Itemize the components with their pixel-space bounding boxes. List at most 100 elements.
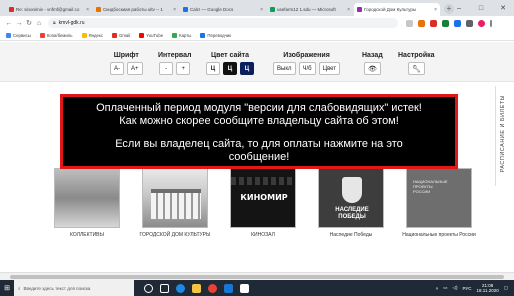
home-icon[interactable]: ⌂ xyxy=(34,20,44,27)
store-icon[interactable] xyxy=(240,283,249,293)
spacing-group: Интервал - + xyxy=(158,52,191,75)
card-image-text: КИНОМИР xyxy=(240,193,288,202)
browser-tab[interactable]: Calc! — Google Docs × xyxy=(180,3,266,16)
schedule-tickets-link[interactable]: РАСПИСАНИЕ И БИЛЕТЫ xyxy=(500,95,506,172)
language-indicator[interactable]: РУС xyxy=(463,286,472,291)
address-bar[interactable]: 🔒︎ kmvl-gdk.ru xyxy=(48,18,398,28)
spacing-label: Интервал xyxy=(158,52,192,59)
color-scheme-blue-button[interactable]: Ц xyxy=(240,62,254,75)
browser-tab[interactable]: Re: sinonimiv - vnfmf@gmail.co × xyxy=(6,3,92,16)
spacing-increase-button[interactable]: + xyxy=(176,62,191,75)
close-window-icon[interactable]: ✕ xyxy=(492,0,514,16)
card-culture-house[interactable]: ГОРОДСКОЙ ДОМ КУЛЬТУРЫ xyxy=(136,168,214,238)
tab-close-icon[interactable]: × xyxy=(86,7,89,13)
color-scheme-white-button[interactable]: Ц xyxy=(206,62,220,75)
scrollbar-thumb[interactable] xyxy=(10,275,504,279)
bookmarks-bar: Сервисы Копа/бемиль Яндекс Gmail YouTube… xyxy=(0,30,514,41)
spacing-decrease-button[interactable]: - xyxy=(159,62,174,75)
card-image: НАСЛЕДИЕ ПОБЕДЫ xyxy=(318,168,384,228)
edge-icon[interactable] xyxy=(176,283,185,293)
browser-tab-strip: Re: sinonimiv - vnfmf@gmail.co × Скидбос… xyxy=(0,0,514,16)
bookmark-item[interactable]: Яндекс xyxy=(81,32,103,38)
browser-tab[interactable]: Скидбоскиая работы ultv -- 1 × xyxy=(93,3,179,16)
images-bw-button[interactable]: Ч/б xyxy=(298,62,316,75)
eye-icon: 👁︎ xyxy=(367,65,377,73)
bookmark-item[interactable]: YouTube xyxy=(139,32,163,38)
back-arrow-icon[interactable]: ← xyxy=(4,20,14,27)
tab-favicon-icon xyxy=(183,7,188,12)
search-icon: ⌕ xyxy=(18,285,21,291)
images-color-button[interactable]: Цвет xyxy=(318,62,341,75)
font-decrease-button[interactable]: A- xyxy=(110,62,124,75)
tab-title: Городской Дом Культуры xyxy=(364,7,417,12)
tab-close-icon[interactable]: × xyxy=(347,7,350,13)
card-caption: Наследие Победы xyxy=(329,232,373,238)
settings-button[interactable]: 🔧︎ xyxy=(407,62,425,75)
extension-icon[interactable] xyxy=(442,19,449,27)
expired-module-warning[interactable]: Оплаченный период модуля "версии для сла… xyxy=(60,94,458,169)
wrench-icon: 🔧︎ xyxy=(411,65,421,73)
browser-tab-active[interactable]: Городской Дом Культуры × xyxy=(354,3,440,16)
star-icon[interactable] xyxy=(406,19,413,27)
settings-group: Настройка 🔧︎ xyxy=(398,52,435,75)
task-view-icon[interactable] xyxy=(160,283,169,293)
tab-close-icon[interactable]: × xyxy=(173,7,176,13)
sidebar-divider xyxy=(495,86,496,186)
card-collectives[interactable]: КОЛЛЕКТИВЫ xyxy=(48,168,126,238)
bookmark-item[interactable]: Копа/бемиль xyxy=(39,32,73,38)
card-victory-heritage[interactable]: НАСЛЕДИЕ ПОБЕДЫ Наследие Победы xyxy=(312,168,390,238)
windows-start-icon[interactable]: ⊞ xyxy=(0,280,14,296)
card-cinema[interactable]: КИНОМИР КИНОЗАЛ xyxy=(224,168,302,238)
warning-line: Как можно скорее сообщите владельцу сайт… xyxy=(119,115,399,127)
font-size-group: Шрифт A- A+ xyxy=(110,52,143,75)
warning-line: Оплаченный период модуля "версии для сла… xyxy=(96,102,422,114)
card-image-text: НАЦИОНАЛЬНЫЕ ПРОЕКТЫ РОССИИ xyxy=(413,179,448,194)
bookmark-item[interactable]: Карты xyxy=(172,32,191,38)
volume-icon[interactable]: ◁) xyxy=(453,285,458,291)
extension-icon[interactable] xyxy=(466,19,473,27)
maximize-icon[interactable]: □ xyxy=(470,0,492,16)
extension-icon[interactable] xyxy=(418,19,425,27)
images-label: Изображения xyxy=(283,52,330,59)
menu-kebab-icon[interactable] xyxy=(490,19,492,27)
minimize-icon[interactable]: – xyxy=(448,0,470,16)
color-scheme-black-button[interactable]: Ц xyxy=(223,62,237,75)
warning-line: Если вы владелец сайта, то для оплаты на… xyxy=(115,138,403,150)
network-icon[interactable]: ▭ xyxy=(443,285,447,291)
tab-title: Re: sinonimiv - vnfmf@gmail.co xyxy=(16,7,80,12)
taskbar-search[interactable]: ⌕ Введите здесь текст для поиска xyxy=(14,280,134,296)
bookmark-item[interactable]: Gmail xyxy=(111,32,130,38)
taskbar-apps xyxy=(144,283,249,293)
back-to-normal-button[interactable]: 👁︎ xyxy=(363,62,381,75)
mail-icon[interactable] xyxy=(224,283,233,293)
cortana-icon[interactable] xyxy=(144,283,153,293)
accessibility-toolbar: Шрифт A- A+ Интервал - + Цвет сайта Ц Ц … xyxy=(0,42,514,82)
notifications-icon[interactable]: ▢ xyxy=(504,285,508,291)
tab-title: usefarm12 1.sdu — Microsoft xyxy=(277,7,336,12)
card-image xyxy=(142,168,208,228)
tab-favicon-icon xyxy=(270,7,275,12)
tab-close-icon[interactable]: × xyxy=(434,7,437,13)
translate-icon xyxy=(200,32,206,38)
chrome-icon[interactable] xyxy=(208,283,217,293)
font-increase-button[interactable]: A+ xyxy=(127,62,143,75)
extension-icon[interactable] xyxy=(430,19,437,27)
youtube-icon xyxy=(139,32,145,38)
bookmark-item[interactable]: Переводчик xyxy=(200,32,231,38)
url-text: kmvl-gdk.ru xyxy=(58,20,85,26)
warning-line: сообщение! xyxy=(228,151,290,163)
images-off-button[interactable]: Выкл xyxy=(273,62,296,75)
file-explorer-icon[interactable] xyxy=(192,283,201,293)
tray-expand-icon[interactable]: ˄ xyxy=(436,286,439,291)
bookmark-item[interactable]: Сервисы xyxy=(6,32,31,38)
bookmark-favicon-icon xyxy=(39,32,45,38)
horizontal-scrollbar[interactable] xyxy=(0,272,514,280)
extension-icon[interactable] xyxy=(454,19,461,27)
tab-close-icon[interactable]: × xyxy=(260,7,263,13)
reload-icon[interactable]: ↻ xyxy=(24,19,34,27)
card-national-projects[interactable]: НАЦИОНАЛЬНЫЕ ПРОЕКТЫ РОССИИ Национальные… xyxy=(400,168,478,238)
forward-arrow-icon[interactable]: → xyxy=(14,20,24,27)
browser-tab[interactable]: usefarm12 1.sdu — Microsoft × xyxy=(267,3,353,16)
taskbar-clock[interactable]: 21:08 18.11.2020 xyxy=(477,283,499,293)
profile-avatar-icon[interactable] xyxy=(478,19,485,27)
